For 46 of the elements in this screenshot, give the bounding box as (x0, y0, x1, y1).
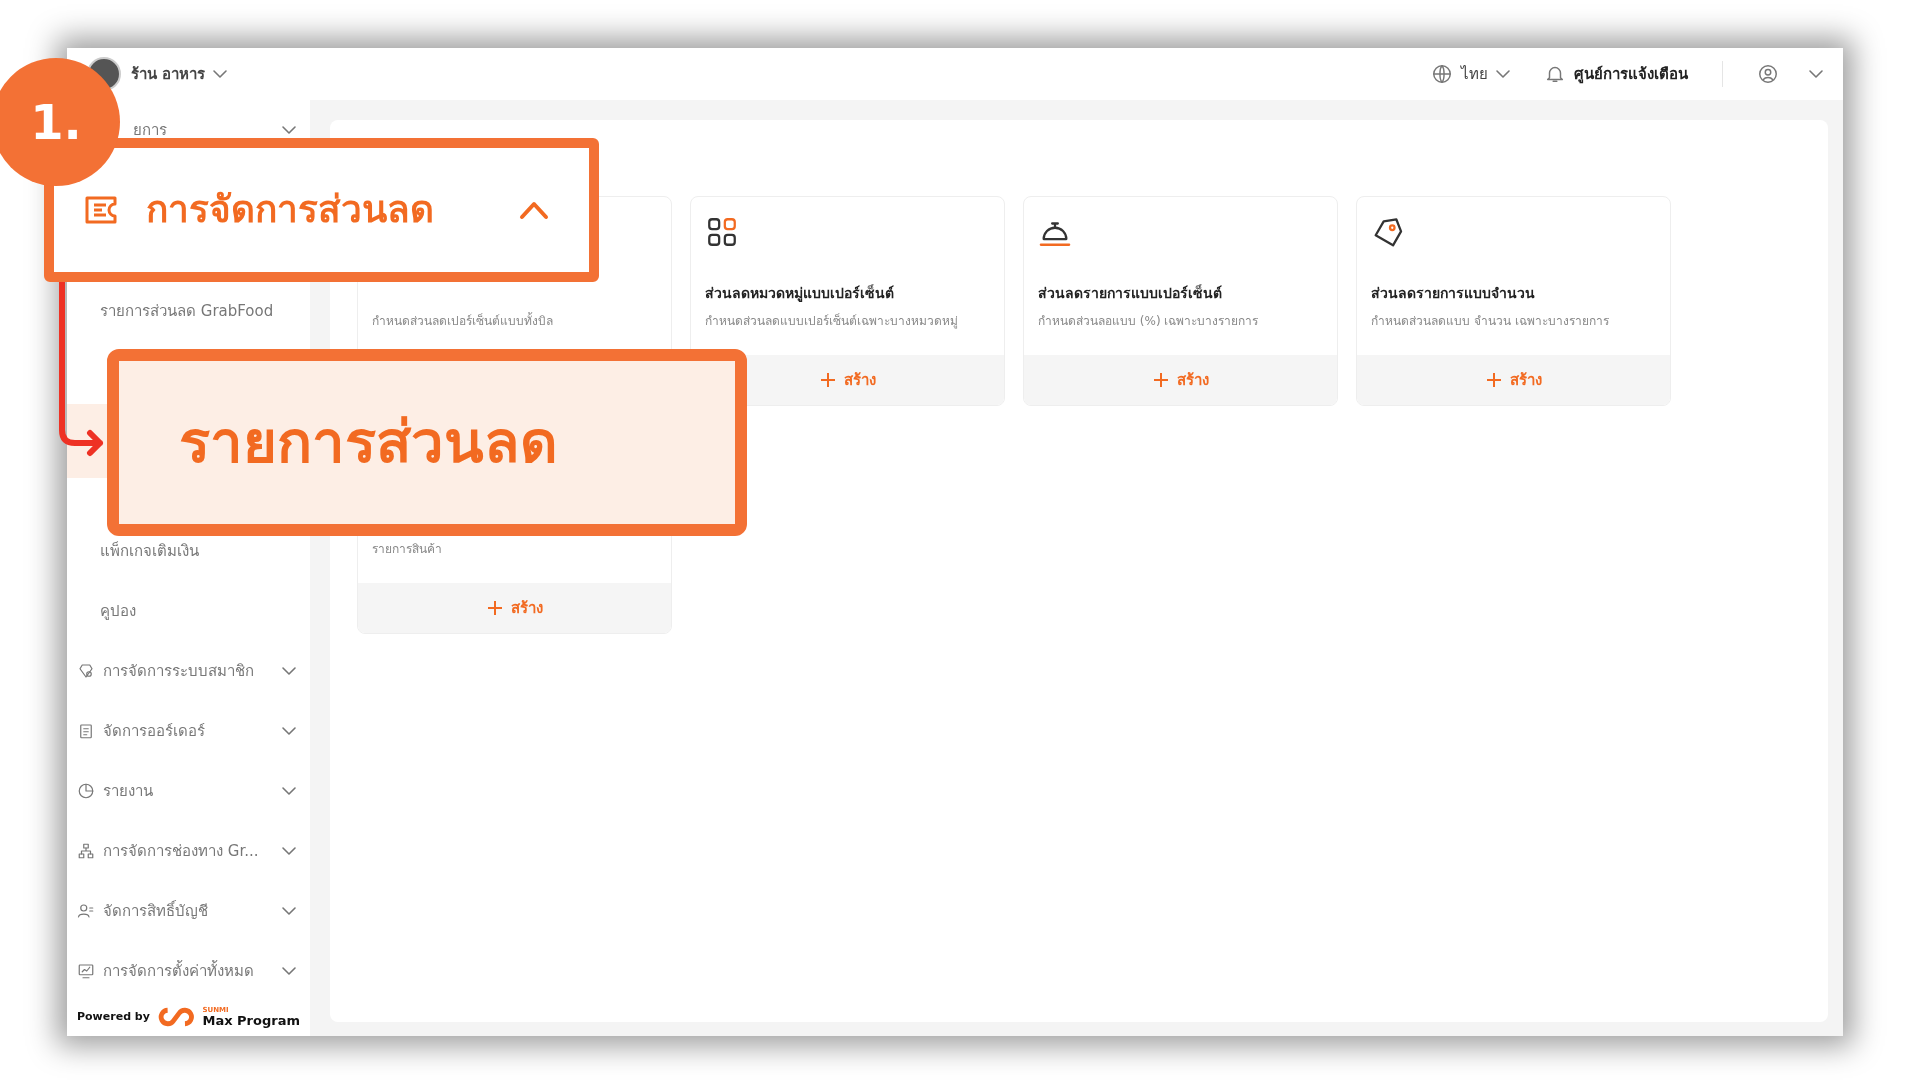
sidebar-subitem[interactable]: รายการส่วนลด GrabFood (67, 281, 310, 341)
callout-title: รายการส่วนลด (179, 407, 558, 478)
powered-by-text: Powered by (77, 1008, 150, 1025)
card-description: รายการสินค้า (372, 540, 443, 558)
clipboard-icon (77, 722, 95, 740)
card-title: ส่วนลดรายการแบบจำนวน (1371, 283, 1536, 303)
gem-icon (77, 662, 95, 680)
sidebar-item[interactable]: การจัดการตั้งค่าทั้งหมด (67, 941, 310, 1001)
sidebar-item[interactable]: รายงาน (67, 761, 310, 821)
card-description: กำหนดส่วนลดแบบเปอร์เซ็นต์เฉพาะบางหมวดหมู่ (705, 312, 959, 331)
hierarchy-icon (77, 842, 95, 860)
clock-icon (77, 782, 95, 800)
chevron-down-icon (1496, 70, 1510, 78)
create-button[interactable]: สร้าง (1024, 355, 1337, 405)
user-icon (1757, 63, 1779, 85)
step-badge-tooltip: 1. (0, 58, 120, 186)
card-description: กำหนดส่วนลอแบบ (%) เฉพาะบางรายการ (1038, 312, 1260, 330)
monitor-chart-icon (77, 962, 95, 980)
sidebar-item[interactable]: การจัดการช่องทาง Gr... (67, 821, 310, 881)
card-title: ส่วนลดหมวดหมู่แบบเปอร์เซ็นต์ (705, 283, 895, 304)
card-description: กำหนดส่วนลดเปอร์เซ็นต์แบบทั้งบิล (372, 311, 554, 330)
card-title: ส่วนลดรายการแบบเปอร์เซ็นต์ (1038, 283, 1223, 303)
plus-icon (1485, 372, 1502, 388)
sidebar-item[interactable]: การจัดการระบบสมาชิก (67, 641, 310, 701)
plus-icon (819, 372, 836, 388)
notification-center-link[interactable]: ศูนย์การแจ้งเตือน (1544, 62, 1688, 86)
users-icon (77, 902, 95, 920)
create-button[interactable]: สร้าง (358, 583, 671, 633)
account-menu[interactable] (1757, 63, 1823, 85)
callout-title: การจัดการส่วนลด (146, 187, 435, 234)
chevron-down-icon (1809, 70, 1823, 78)
sidebar-subitem[interactable]: แพ็กเกจเติมเงิน (67, 521, 310, 581)
plus-icon (486, 600, 503, 616)
chevron-down-icon (213, 70, 228, 78)
grid-icon (705, 215, 739, 249)
plus-icon (1152, 372, 1169, 388)
infinity-logo-icon (157, 1006, 195, 1028)
language-selector[interactable]: ไทย (1431, 62, 1510, 86)
create-button[interactable]: สร้าง (1357, 355, 1670, 405)
sidebar-subitem[interactable]: คูปอง (67, 581, 310, 641)
receipt-icon (84, 195, 118, 225)
store-selector[interactable]: ร้าน อาหาร (131, 62, 228, 86)
globe-icon (1431, 63, 1453, 85)
sidebar-item[interactable]: จัดการออร์เดอร์ (67, 701, 310, 761)
sidebar-item[interactable]: จัดการสิทธิ์บัญชี (67, 881, 310, 941)
card-description: กำหนดส่วนลดแบบ จำนวน เฉพาะบางรายการ (1371, 312, 1610, 330)
